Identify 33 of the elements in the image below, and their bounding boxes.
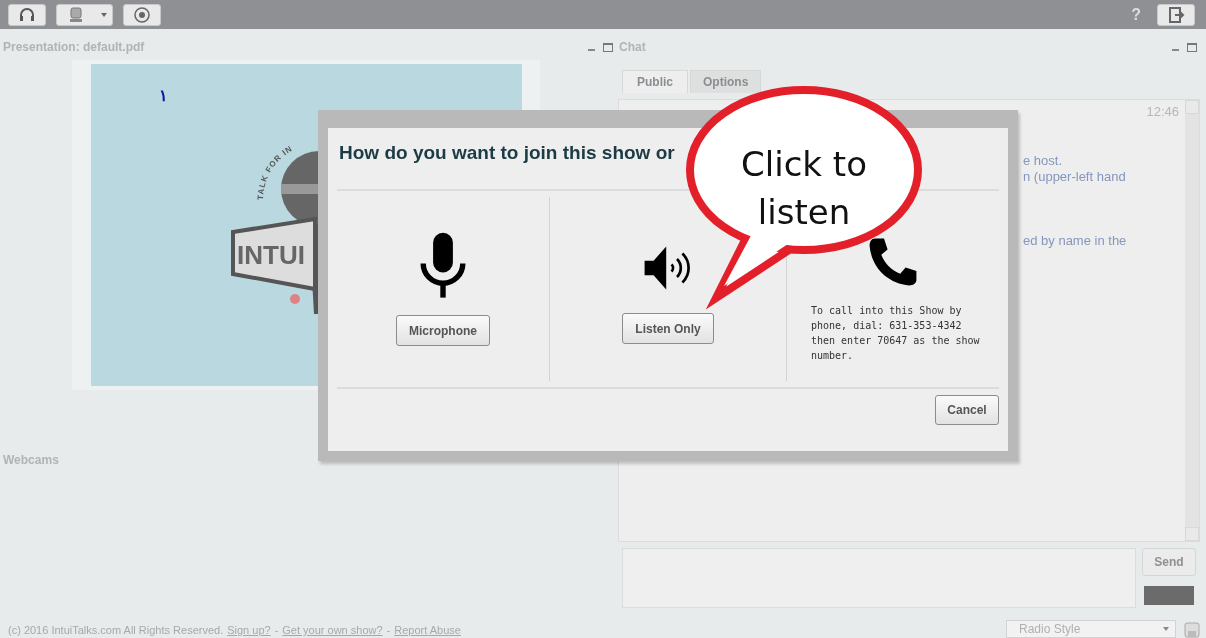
webcam-icon <box>67 5 85 24</box>
separator-text: - <box>386 624 391 636</box>
maximize-icon[interactable] <box>603 42 613 52</box>
toolbar-button[interactable] <box>8 3 46 26</box>
tab[interactable]: Options <box>690 70 762 93</box>
maximize-icon[interactable] <box>1187 42 1197 52</box>
tab[interactable]: Public <box>622 70 688 93</box>
headset-icon <box>18 5 36 24</box>
toolbar-button[interactable] <box>56 3 113 26</box>
toolbar-button[interactable] <box>123 3 161 26</box>
caret-icon[interactable] <box>1163 627 1169 631</box>
cancel-button[interactable]: Cancel <box>935 395 999 425</box>
send-button[interactable]: Send <box>1142 548 1196 576</box>
layout-dropdown[interactable]: Radio Style <box>1006 620 1176 638</box>
footer-link[interactable]: Get your own show? <box>282 624 383 636</box>
copyright-text: (c) 2016 IntuiTalks.com All Rights Reserved. <box>8 624 224 636</box>
page-number: ١ <box>159 86 168 105</box>
message-text: n (upper-left hand <box>1023 169 1127 185</box>
record-icon <box>133 5 151 24</box>
exit-icon <box>1167 5 1185 24</box>
footer-link[interactable]: Report Abuse <box>394 624 461 636</box>
footer-link[interactable]: Sign up? <box>227 624 271 636</box>
phone-instructions: To call into this Show by phone, dial: 631-353-4342 then enter 70647 as the show number. <box>810 304 981 363</box>
option-button[interactable]: Microphone <box>396 315 490 346</box>
message-text: e host. <box>1023 153 1064 169</box>
color-picker[interactable] <box>1144 586 1194 605</box>
separator-text: - <box>274 624 279 636</box>
option-button[interactable]: Listen Only <box>622 313 714 344</box>
exit-button[interactable] <box>1157 3 1195 26</box>
message-text: ed by name in the <box>1023 233 1128 249</box>
help-button[interactable]: ? <box>1131 5 1141 24</box>
save-icon[interactable] <box>1184 622 1200 638</box>
caret-icon[interactable] <box>101 12 107 17</box>
